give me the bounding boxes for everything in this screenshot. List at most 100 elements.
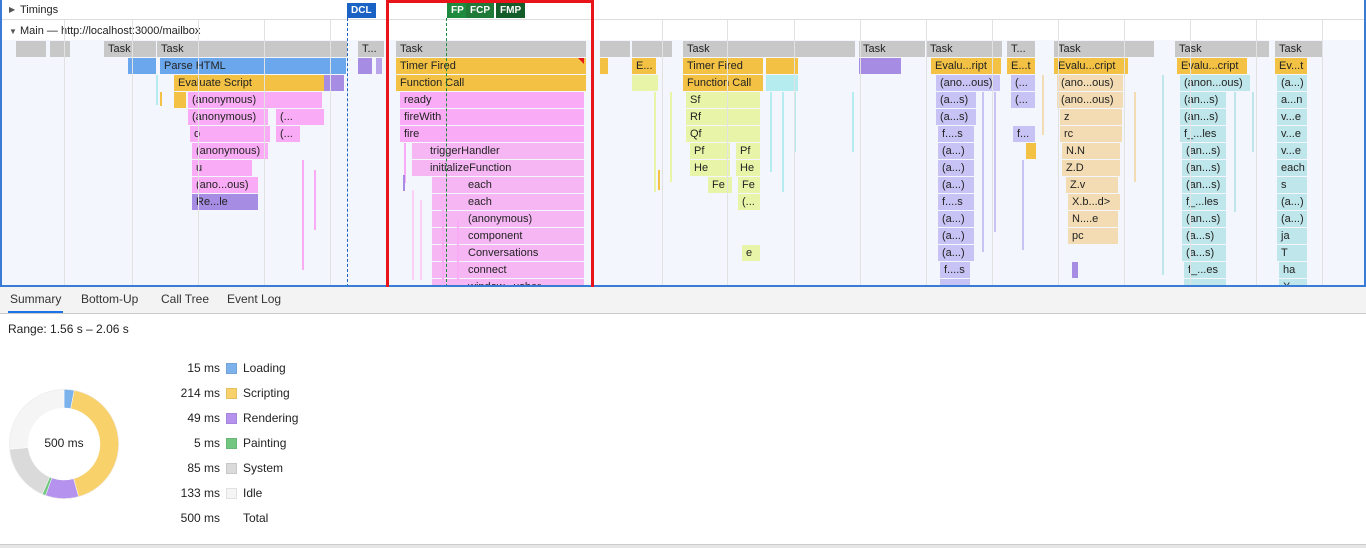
function-block[interactable]: N....e [1068,211,1118,227]
function-block[interactable]: initializeFunction [412,160,584,176]
function-block[interactable]: component [432,228,584,244]
function-block[interactable]: u [192,160,252,176]
function-block[interactable]: f....s [940,262,970,278]
task-block[interactable]: Task [1054,41,1154,57]
function-block[interactable]: connect [432,262,584,278]
task-block[interactable]: Task [1275,41,1323,57]
expand-triangle-icon[interactable]: ▶ [9,5,15,14]
function-block[interactable]: N.N [1062,143,1120,159]
tab-event-log[interactable]: Event Log [225,287,283,313]
function-block[interactable]: fireWith [400,109,584,125]
function-block[interactable]: (a...) [1277,194,1307,210]
main-track-header[interactable]: ▼ Main — http://localhost:3000/mailbox [2,21,1364,41]
function-block[interactable]: (anonymous) [192,143,268,159]
function-block[interactable]: (a...) [1277,211,1307,227]
function-block[interactable]: (... [1011,92,1035,108]
evaluate-script-block[interactable]: Evalu...cript [1177,58,1247,74]
function-block[interactable]: each [432,177,584,193]
function-block[interactable]: Pf [690,143,730,159]
fp-marker[interactable]: FP [447,3,468,18]
task-block[interactable]: Task [683,41,855,57]
tab-summary[interactable]: Summary [8,287,64,313]
function-block[interactable]: (anonymous) [432,211,584,227]
scripting-block[interactable] [174,92,186,108]
function-block[interactable]: Qf [686,126,760,142]
task-block[interactable]: Task [157,41,347,57]
dcl-marker[interactable]: DCL [347,3,376,18]
function-block[interactable]: Rf [686,109,760,125]
function-block[interactable]: (an...s) [1182,143,1226,159]
function-block[interactable]: (anonymous) [188,92,322,108]
rendering-block[interactable] [324,75,344,91]
task-block[interactable] [600,41,630,57]
task-block[interactable] [16,41,46,57]
function-block[interactable]: (a...s) [936,109,976,125]
task-block[interactable] [632,41,672,57]
function-block[interactable]: e [742,245,760,261]
function-block[interactable]: T [1277,245,1307,261]
function-block[interactable]: (an...s) [1180,109,1226,125]
function-block[interactable]: rc [1060,126,1122,142]
function-block[interactable]: Fe [708,177,732,193]
function-block[interactable]: X.b...d> [1068,194,1120,210]
function-block[interactable] [632,75,658,91]
function-block[interactable]: s [1277,177,1307,193]
function-block[interactable]: (an...s) [1182,160,1226,176]
function-block[interactable]: f....s [938,126,974,142]
scripting-block[interactable]: E... [632,58,656,74]
function-block[interactable]: (an...s) [1182,177,1226,193]
function-block[interactable]: (a...) [938,177,974,193]
flame-chart[interactable]: ▶ Timings ▼ Main — http://localhost:3000… [0,0,1366,287]
function-block[interactable]: f... [1013,126,1035,142]
evaluate-script-block[interactable]: Evaluate Script [174,75,324,91]
function-block[interactable]: Z.D [1062,160,1120,176]
evaluate-script-block[interactable]: Evalu...ript [931,58,1001,74]
function-block[interactable]: o [190,126,270,142]
function-block[interactable]: (a...s) [1182,228,1226,244]
function-block[interactable]: He [736,160,760,176]
function-call-block[interactable]: Function Call [396,75,586,91]
function-block[interactable]: (an...s) [1180,92,1226,108]
function-block[interactable] [940,279,970,285]
task-block[interactable]: Task [926,41,1002,57]
function-block[interactable]: (ano...ous) [1057,75,1123,91]
function-block[interactable]: (a...s) [1182,245,1226,261]
tab-bottom-up[interactable]: Bottom-Up [79,287,140,313]
function-block[interactable]: each [432,194,584,210]
function-block[interactable]: pc [1068,228,1118,244]
function-block[interactable]: Conversations [432,245,584,261]
function-block[interactable]: (ano...ous) [1057,92,1123,108]
task-block[interactable]: Task [104,41,156,57]
task-block[interactable]: T... [358,41,384,57]
function-block[interactable]: triggerHandler [412,143,584,159]
rendering-block[interactable] [376,58,382,74]
function-block[interactable]: (... [276,126,300,142]
function-block[interactable]: f_...les [1180,126,1226,142]
evaluate-script-block[interactable]: E...t [1007,58,1035,74]
function-block[interactable]: (a...) [938,245,974,261]
function-block[interactable]: (... [738,194,760,210]
function-block[interactable]: a...n [1277,92,1307,108]
scripting-block[interactable] [600,58,608,74]
rendering-block[interactable] [859,58,901,74]
parse-html-block[interactable]: Parse HTML [160,58,346,74]
function-block[interactable]: (a...) [1277,75,1307,91]
fcp-marker[interactable]: FCP [466,3,494,18]
rendering-block[interactable]: Re...le [192,194,258,210]
scripting-block[interactable] [1026,143,1036,159]
task-block[interactable]: T... [1007,41,1035,57]
function-block[interactable]: ja [1277,228,1307,244]
function-block[interactable]: (an...s) [1182,211,1226,227]
function-block[interactable]: f_...les [1182,194,1226,210]
function-block[interactable]: X [1279,279,1307,285]
function-block[interactable]: (ano...ous) [192,177,258,193]
function-call-block[interactable]: Function Call [683,75,763,91]
function-block[interactable]: v...e [1277,109,1307,125]
timings-track-header[interactable]: ▶ Timings [2,0,1364,20]
function-block[interactable]: He [690,160,730,176]
function-block[interactable]: (ano...ous) [936,75,1000,91]
evaluate-script-block[interactable]: Evalu...cript [1054,58,1128,74]
function-block[interactable]: Sf [686,92,760,108]
timer-fired-block[interactable]: Timer Fired [683,58,763,74]
task-block[interactable]: Task [396,41,586,57]
